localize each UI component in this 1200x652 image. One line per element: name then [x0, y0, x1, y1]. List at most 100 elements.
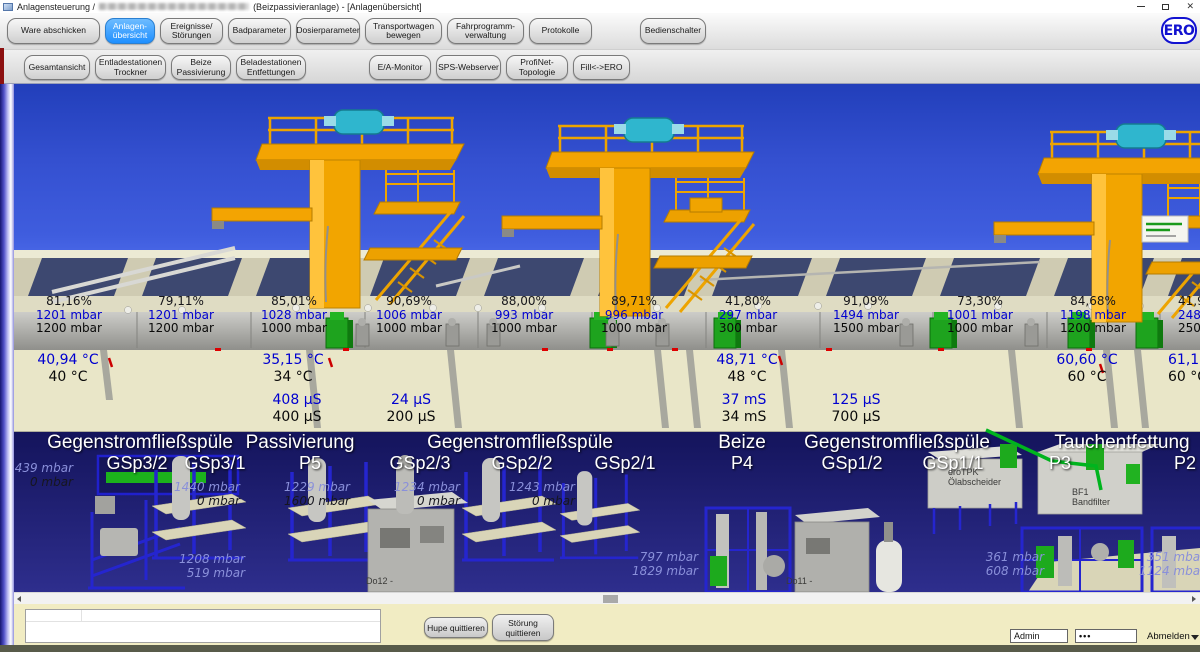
- crane-sign: [1142, 216, 1188, 242]
- view-button-label: Entladestationen Trockner: [99, 58, 162, 77]
- view-button[interactable]: Fill<->ERO: [573, 55, 630, 80]
- horizontal-scrollbar[interactable]: [0, 592, 1200, 604]
- plant-3d-view[interactable]: 81,16% 1201 mbar 1200 mbar 79,11% 1201 m…: [0, 0, 1200, 592]
- equipment-pressure-readings: 797 mbar 1829 mbar: [588, 551, 698, 578]
- bath-readings: 40,94 °C 40 °C: [13, 352, 123, 386]
- view-button-label: Beize Passivierung: [177, 58, 226, 77]
- view-button[interactable]: Entladestationen Trockner: [95, 55, 166, 80]
- station-unit-label: GSp2/2: [472, 453, 572, 474]
- view-button[interactable]: Beladestationen Entfettungen: [236, 55, 306, 80]
- acknowledge-horn-button[interactable]: Hupe quittieren: [424, 617, 488, 638]
- scroll-left-icon[interactable]: [17, 596, 21, 602]
- bath-readings: 35,15 °C 34 °C: [238, 352, 348, 386]
- window-title: Anlagensteuerung / (Beizpassivieranlage)…: [17, 2, 422, 12]
- viewport-edge-wall: [0, 84, 14, 592]
- toolbar-button-label: Fahrprogramm- verwaltung: [456, 22, 515, 41]
- station-name: Gegenstromfließspüle: [420, 432, 620, 454]
- equipment-pressure-readings: 1440 mbar 0 mbar: [130, 481, 240, 508]
- equipment-pressure-readings: 1243 mbar 0 mbar: [465, 481, 575, 508]
- main-tool-bar: Ware abschicken Anlagen- übersicht Ereigni…: [0, 13, 1200, 50]
- toolbar-button-label: Bedienschalter: [645, 26, 701, 36]
- station-unit-label: P4: [692, 453, 792, 474]
- toolbar-button-label: Ereignisse/ Störungen: [170, 22, 212, 41]
- toolbar-button[interactable]: Dosierparameter: [296, 18, 360, 44]
- station-unit-label: P2: [1135, 453, 1200, 474]
- view-button-label: Beladestationen Entfettungen: [241, 58, 302, 77]
- equipment-pressure-readings: 361 mbar 608 mbar: [934, 551, 1044, 578]
- view-button[interactable]: E/A-Monitor: [369, 55, 431, 80]
- bath-readings: 61,18 °C 60 °C: [1168, 352, 1200, 386]
- bath-readings: 24 µS 200 µS: [356, 392, 466, 426]
- toolbar-button-label: Protokolle: [542, 26, 580, 36]
- toolbar-button-label: Dosierparameter: [296, 26, 359, 36]
- view-button[interactable]: Beize Passivierung: [171, 55, 231, 80]
- toolbar-button[interactable]: Badparameter: [228, 18, 291, 44]
- toolbar-button-label: Anlagen- übersicht: [113, 22, 148, 41]
- station-unit-label: GSp2/3: [370, 453, 470, 474]
- station-unit-label: GSp2/1: [575, 453, 675, 474]
- view-button-label: ProfiNet- Topologie: [519, 58, 555, 77]
- station-unit-label: GSp1/2: [802, 453, 902, 474]
- toolbar-button[interactable]: Protokolle: [529, 18, 592, 44]
- view-button-label: Fill<->ERO: [580, 63, 622, 73]
- tank-readings: 88,00% 993 mbar 1000 mbar: [469, 295, 579, 336]
- tank-readings: 90,69% 1006 mbar 1000 mbar: [354, 295, 464, 336]
- close-icon[interactable]: ✕: [1186, 2, 1194, 11]
- station-name: Gegenstromfließspüle: [797, 432, 997, 454]
- tank-readings: 91,09% 1494 mbar 1500 mbar: [811, 295, 921, 336]
- equipment-pressure-readings: 351 mbar 1124 mbar: [1095, 551, 1200, 578]
- toolbar-button-label: Transportwagen bewegen: [373, 22, 434, 41]
- alarm-list[interactable]: [25, 609, 381, 643]
- tank-readings: 89,71% 996 mbar 1000 mbar: [579, 295, 689, 336]
- minimize-icon[interactable]: [1137, 6, 1145, 8]
- ero-logo: ERO: [1161, 17, 1197, 44]
- equipment-pressure-readings: 1234 mbar 0 mbar: [350, 481, 460, 508]
- logout-dropdown-icon[interactable]: [1191, 635, 1199, 640]
- alarm-list-header: [26, 610, 380, 622]
- station-name: Passivierung: [200, 432, 400, 454]
- scrollbar-thumb[interactable]: [603, 595, 618, 603]
- equipment-label: eroTPK Ölabscheider: [948, 467, 1001, 487]
- app-icon: [3, 3, 13, 11]
- bath-readings: 125 µS 700 µS: [801, 392, 911, 426]
- view-button[interactable]: ProfiNet- Topologie: [506, 55, 568, 80]
- window-bottom-edge: [0, 645, 1200, 652]
- tank-readings: 73,30% 1001 mbar 1000 mbar: [925, 295, 1035, 336]
- window-title-bar: Anlagensteuerung / (Beizpassivieranlage)…: [0, 0, 1200, 13]
- tank-readings: 81,16% 1201 mbar 1200 mbar: [14, 295, 124, 336]
- station-unit-label: P3: [1010, 453, 1110, 474]
- equipment-label: Do11 -: [786, 576, 812, 586]
- toolbar-button[interactable]: Ereignisse/ Störungen: [160, 18, 223, 44]
- password-field[interactable]: [1075, 629, 1137, 643]
- toolbar-button[interactable]: Fahrprogramm- verwaltung: [447, 18, 524, 44]
- toolbar-button[interactable]: Transportwagen bewegen: [365, 18, 442, 44]
- bath-readings: 408 µS 400 µS: [242, 392, 352, 426]
- tank-readings: 84,68% 1198 mbar 1200 mbar: [1038, 295, 1148, 336]
- username-field[interactable]: [1010, 629, 1068, 643]
- logout-button[interactable]: Abmelden: [1147, 631, 1190, 642]
- toolbar-button[interactable]: Bedienschalter: [640, 18, 706, 44]
- bath-readings: 60,60 °C 60 °C: [1032, 352, 1142, 386]
- tank-readings: 85,01% 1028 mbar 1000 mbar: [239, 295, 349, 336]
- view-button-label: Gesamtansicht: [29, 63, 86, 73]
- bath-readings: 37 mS 34 mS: [689, 392, 799, 426]
- scroll-right-icon[interactable]: [1192, 596, 1196, 602]
- equipment-pressure-readings: 1208 mbar 519 mbar: [135, 553, 245, 580]
- tank-readings: 41,9 248 mbar 250 mbar: [1178, 295, 1200, 336]
- status-panel: Hupe quittieren Störung quittieren Abmel…: [0, 604, 1200, 645]
- redacted-plant-name: [99, 3, 249, 10]
- station-name: Tauchentfettung: [1022, 432, 1200, 454]
- view-button[interactable]: SPS-Webserver: [436, 55, 501, 80]
- bath-readings: 48,71 °C 48 °C: [692, 352, 802, 386]
- edge-accent: [0, 48, 4, 84]
- toolbar-button[interactable]: Ware abschicken: [7, 18, 100, 44]
- tank-readings: 41,80% 297 mbar 300 mbar: [693, 295, 803, 336]
- equipment-label: Do12 -: [366, 576, 393, 586]
- maximize-icon[interactable]: [1162, 4, 1169, 10]
- view-button[interactable]: Gesamtansicht: [24, 55, 90, 80]
- acknowledge-fault-button[interactable]: Störung quittieren: [492, 614, 554, 641]
- toolbar-button[interactable]: Anlagen- übersicht: [105, 18, 155, 44]
- view-button-label: SPS-Webserver: [438, 63, 499, 73]
- equipment-label: BF1 Bandfilter: [1072, 487, 1110, 507]
- toolbar-button-label: Ware abschicken: [21, 26, 86, 36]
